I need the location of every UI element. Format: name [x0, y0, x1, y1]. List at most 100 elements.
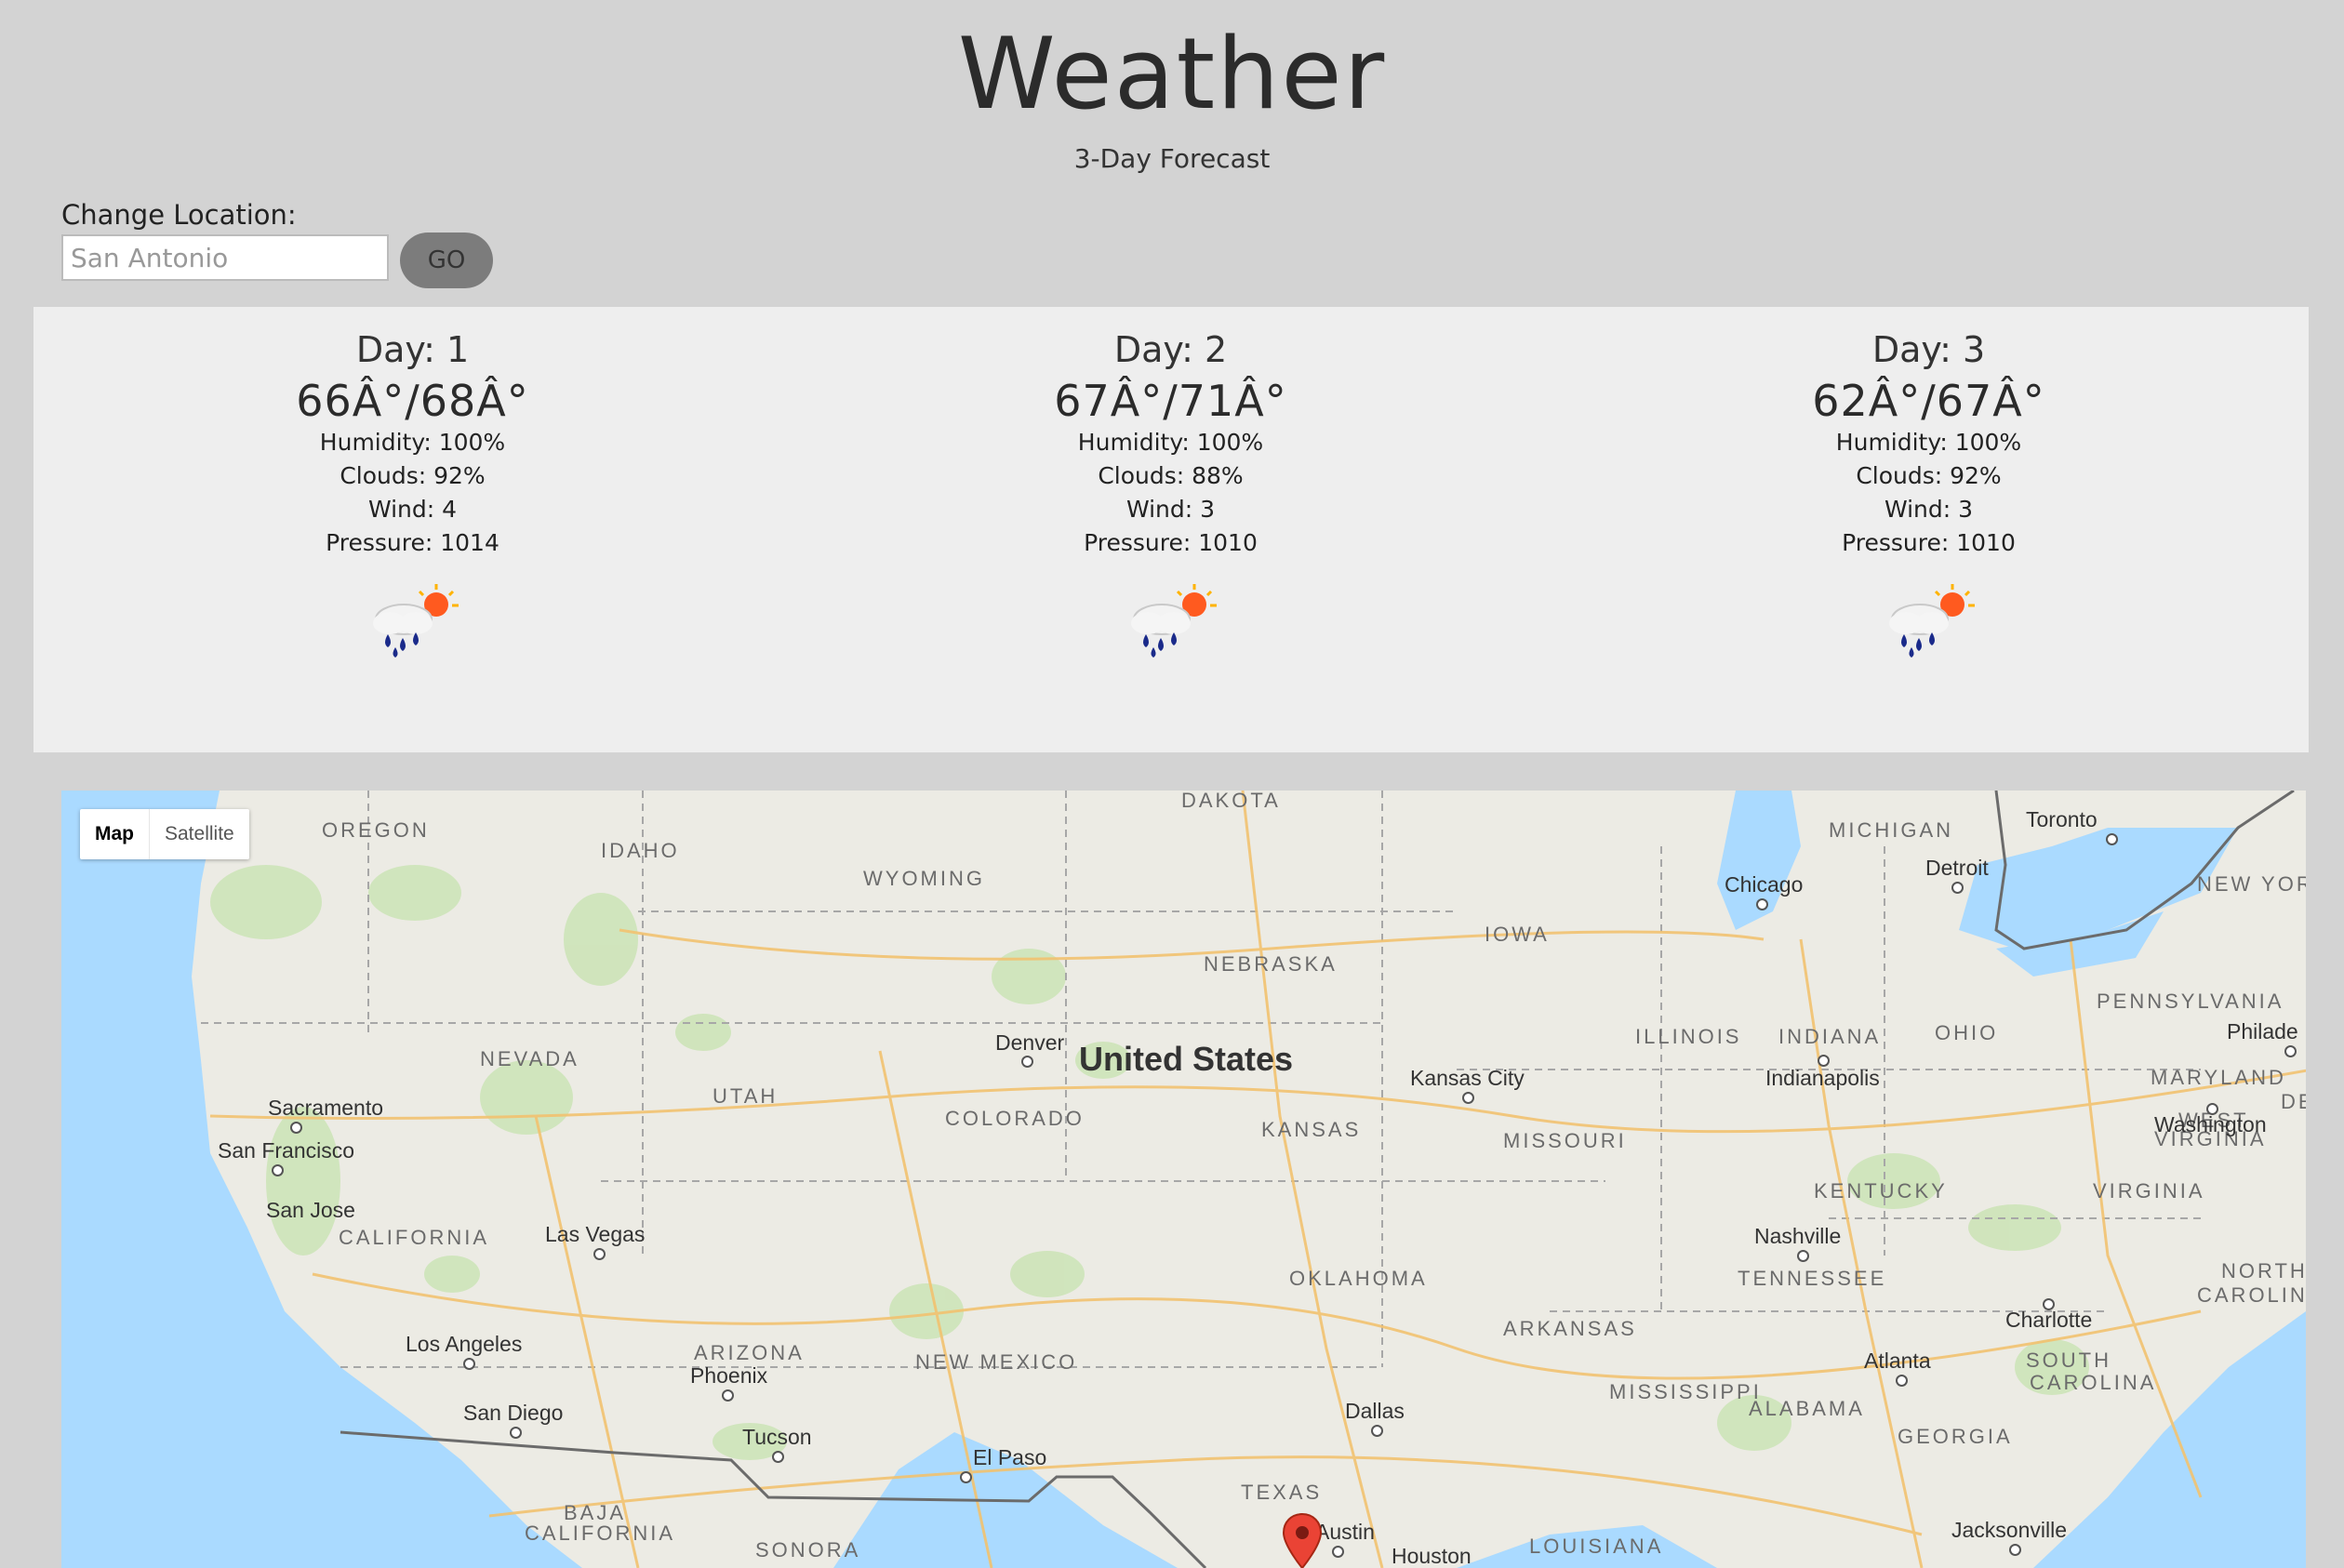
day-clouds: Clouds: 92%	[340, 462, 486, 489]
map-state-label: IOWA	[1485, 923, 1550, 946]
map-city-label: Toronto	[2026, 807, 2098, 831]
map-type-satellite-button[interactable]: Satellite	[150, 809, 249, 859]
map-state-label: OHIO	[1935, 1021, 1999, 1044]
day-temp: 66Â°/68Â°	[296, 376, 529, 426]
map-state-label: ARIZONA	[694, 1341, 805, 1364]
map-city-dot	[1371, 1425, 1383, 1437]
map-state-label: SOUTH	[2026, 1349, 2111, 1372]
map-city-label: Tucson	[742, 1425, 812, 1449]
map-city-dot	[463, 1358, 475, 1370]
rain-cloud-sun-icon	[372, 584, 459, 658]
map-state-label: CALIFORNIA	[339, 1226, 490, 1249]
map-state-label: CALIFORNIA	[525, 1521, 676, 1545]
map-city-label: Atlanta	[1864, 1349, 1931, 1373]
map-type-toggle: Map Satellite	[80, 809, 249, 859]
map-state-label: ARKANSAS	[1503, 1317, 1637, 1340]
map-state-label: TEXAS	[1241, 1481, 1323, 1504]
map-city-label: San Jose	[266, 1198, 355, 1222]
map-state-label: WYOMING	[863, 867, 985, 890]
day-temp: 62Â°/67Â°	[1812, 376, 2045, 426]
map-city-label: Nashville	[1754, 1224, 1842, 1248]
map-city-label: Charlotte	[2005, 1308, 2093, 1332]
map-state-label: KENTUCKY	[1814, 1179, 1948, 1203]
map-city-dot	[2284, 1045, 2297, 1057]
map-city-label: Dallas	[1345, 1399, 1405, 1423]
map-state-label: PENNSYLVANIA	[2097, 990, 2284, 1013]
day-card-2: Day: 2 67Â°/71Â° Humidity: 100% Clouds: …	[792, 307, 1550, 664]
location-input[interactable]	[61, 234, 389, 281]
map-state-label: LOUISIANA	[1529, 1535, 1664, 1558]
map-city-label: Sacramento	[268, 1096, 384, 1120]
day-clouds: Clouds: 92%	[1856, 462, 2002, 489]
map-city-dot	[1332, 1546, 1344, 1558]
map-state-label: MISSISSIPPI	[1609, 1380, 1762, 1403]
map-city-dot	[2106, 833, 2118, 845]
map-country-label: United States	[1079, 1040, 1294, 1078]
page-title: Weather	[957, 17, 1387, 131]
map-state-label: COLORADO	[945, 1107, 1085, 1130]
page-subtitle: 3-Day Forecast	[1073, 143, 1271, 174]
map-city-dot	[2043, 1298, 2055, 1310]
map-state-label: MARYLAND	[2151, 1066, 2286, 1089]
map-type-map-button[interactable]: Map	[80, 809, 150, 859]
map-state-label: UTAH	[713, 1084, 779, 1108]
map-city-label: Las Vegas	[545, 1222, 646, 1246]
map-state-label: CAROLINA	[2030, 1371, 2157, 1394]
map-city-dot	[2206, 1103, 2218, 1115]
day-label: Day: 2	[1113, 329, 1228, 370]
map-city-label: Philade	[2227, 1019, 2298, 1043]
map-city-dot	[1756, 898, 1768, 910]
map-state-label: NEW YORK	[2197, 872, 2306, 896]
map-state-label: INDIANA	[1778, 1025, 1882, 1048]
day-temp: 67Â°/71Â°	[1054, 376, 1287, 426]
map-city-dot	[1951, 882, 1964, 894]
map-state-label: NORTH	[2221, 1259, 2306, 1282]
map-city-label: Chicago	[1725, 872, 1804, 897]
day-pressure: Pressure: 1014	[326, 529, 499, 556]
map-state-label: GEORGIA	[1898, 1425, 2013, 1448]
rain-cloud-sun-icon	[1130, 584, 1217, 658]
map-state-label: NEW MEXICO	[915, 1350, 1078, 1374]
day-pressure: Pressure: 1010	[1842, 529, 2016, 556]
day-clouds: Clouds: 88%	[1098, 462, 1244, 489]
map-city-dot	[290, 1122, 302, 1134]
map-state-label: VIRGINIA	[2093, 1179, 2205, 1203]
map-city-dot	[510, 1427, 522, 1439]
map-state-label: OREGON	[322, 818, 430, 842]
map-widget[interactable]: Map Satellite United States DAKOTA OREGO…	[61, 791, 2306, 1568]
map-city-label: Detroit	[1925, 856, 1989, 880]
map-state-label: SONORA	[755, 1538, 861, 1561]
map-state-label: ILLINOIS	[1635, 1025, 1742, 1048]
map-city-label: Houston	[1392, 1544, 1472, 1568]
map-city-label: Phoenix	[690, 1363, 768, 1388]
map-state-label: DE	[2281, 1090, 2306, 1113]
map-city-dot	[2009, 1544, 2021, 1556]
map-state-label: IDAHO	[601, 839, 680, 862]
day-humidity: Humidity: 100%	[1077, 429, 1264, 456]
map-city-label: Austin	[1315, 1520, 1375, 1544]
map-city-label: San Diego	[463, 1401, 564, 1425]
day-wind: Wind: 3	[1125, 496, 1216, 523]
map-city-label: Kansas City	[1410, 1066, 1525, 1090]
map-state-label: CAROLINA	[2197, 1283, 2306, 1307]
map-city-label: San Francisco	[218, 1138, 355, 1163]
map-city-dot	[1462, 1092, 1474, 1104]
map-city-label: El Paso	[973, 1445, 1047, 1469]
map-state-label: DAKOTA	[1181, 791, 1281, 812]
map-state-label: KANSAS	[1261, 1118, 1362, 1141]
map-state-label: MISSOURI	[1503, 1129, 1627, 1152]
map-state-label: MICHIGAN	[1829, 818, 1953, 842]
map-city-dot	[1896, 1375, 1908, 1387]
map-city-dot	[722, 1389, 734, 1402]
day-label: Day: 3	[1871, 329, 1986, 370]
day-pressure: Pressure: 1010	[1084, 529, 1258, 556]
map-city-label: Denver	[995, 1030, 1065, 1055]
map-city-label: Jacksonville	[1951, 1518, 2067, 1542]
map-background	[192, 791, 2306, 1568]
forecast-panel: Day: 1 66Â°/68Â° Humidity: 100% Clouds: …	[33, 307, 2309, 752]
go-button[interactable]: GO	[400, 233, 493, 288]
map-city-dot	[772, 1451, 784, 1463]
map-pin-icon[interactable]	[1282, 1512, 1323, 1568]
map-city-dot	[593, 1248, 606, 1260]
map-city-label: Indianapolis	[1765, 1066, 1880, 1090]
